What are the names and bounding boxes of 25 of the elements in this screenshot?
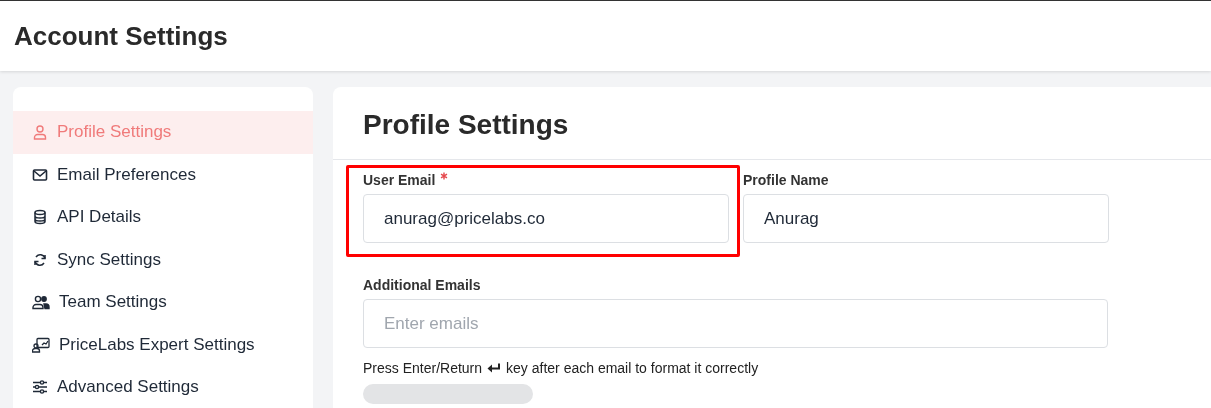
- section-title: Profile Settings: [333, 87, 1211, 160]
- hint-text: Press Enter/Return: [363, 360, 483, 376]
- field-label: Additional Emails: [363, 277, 481, 293]
- field-label: User Email: [363, 172, 436, 188]
- sidebar-item[interactable]: Sync Settings: [13, 238, 313, 281]
- text-field[interactable]: anurag@pricelabs.co: [363, 194, 729, 243]
- team-icon: [32, 294, 50, 311]
- sliders-icon: [32, 379, 48, 396]
- envelope-icon: [32, 166, 48, 183]
- database-icon: [32, 209, 48, 226]
- return-key-icon: [487, 362, 502, 374]
- sidebar-item[interactable]: PriceLabs Expert Settings: [13, 323, 313, 366]
- hint-text: key after each email to format it correctly: [506, 360, 759, 376]
- sidebar-item[interactable]: Advanced Settings: [13, 366, 313, 408]
- sync-icon: [32, 251, 48, 268]
- sidebar-item[interactable]: API Details: [13, 196, 313, 239]
- presenter-icon: [32, 336, 50, 353]
- text-field[interactable]: Anurag: [743, 194, 1109, 243]
- email-field[interactable]: Enter emails: [363, 299, 1108, 348]
- page-title: Account Settings: [14, 20, 228, 52]
- button[interactable]: [363, 384, 533, 404]
- sidebar-item[interactable]: Team Settings: [13, 281, 313, 324]
- field-label: Profile Name: [743, 172, 829, 188]
- sidebar-item[interactable]: Email Preferences: [13, 153, 313, 196]
- person-icon: [32, 124, 48, 141]
